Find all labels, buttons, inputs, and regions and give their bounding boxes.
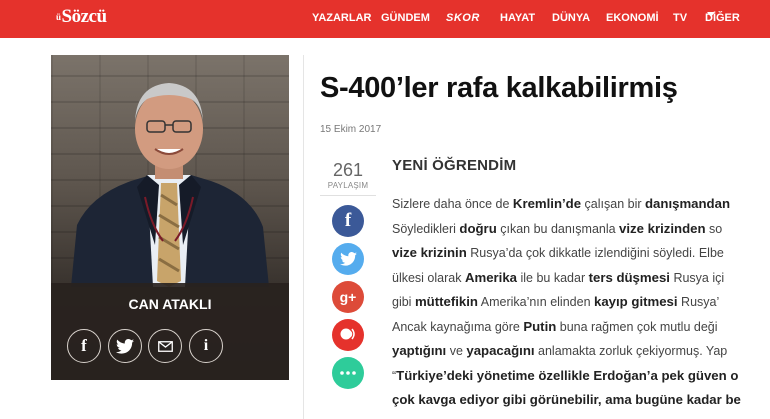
bold-text: Putin xyxy=(523,318,557,334)
article-line: Ancak kaynağıma göre Putin buna rağmen ç… xyxy=(392,315,770,340)
article-line: çok kavga ediyor gibi görünebilir, ama b… xyxy=(392,388,770,413)
body-text: Ancak kaynağıma göre xyxy=(392,319,524,334)
body-text: ve xyxy=(446,344,467,358)
author-info-button[interactable]: i xyxy=(189,329,223,363)
info-icon: i xyxy=(203,337,209,354)
author-mail-button[interactable] xyxy=(148,329,182,363)
facebook-icon: f xyxy=(81,336,87,355)
body-text: Rusya’ xyxy=(677,295,720,309)
body-text: so xyxy=(705,221,723,236)
article-line: vize krizinin Rusya’da çok dikkatle izle… xyxy=(392,241,770,266)
bold-text: Türkiye’deki yönetime özellikle Erdoğan’… xyxy=(396,367,739,383)
author-facebook-button[interactable]: f xyxy=(67,329,101,363)
nav-item-yazarlar[interactable]: YAZARLAR xyxy=(312,12,372,24)
body-text: buna rağmen çok mutlu deği xyxy=(556,319,718,334)
column-divider xyxy=(303,55,304,419)
chevron-down-icon xyxy=(707,12,715,17)
article-date: 15 Ekim 2017 xyxy=(320,124,382,135)
bold-text: danışmandan xyxy=(645,196,731,211)
article-subheading: YENİ ÖĞRENDİM xyxy=(392,157,517,174)
body-text: gibi xyxy=(392,295,415,309)
article-title: S-400’ler rafa kalkabilirmiş xyxy=(320,72,678,104)
author-card: CAN ATAKLI f i xyxy=(51,55,289,380)
share-divider xyxy=(320,195,376,196)
body-text: ile bu kadar xyxy=(517,270,589,285)
body-text: anlamakta zorluk çekiyormuş. Yap xyxy=(534,344,728,358)
mail-icon xyxy=(157,340,173,352)
nav-item-dunya[interactable]: DÜNYA xyxy=(552,12,590,24)
bold-text: çok kavga ediyor gibi görünebilir, ama b… xyxy=(392,392,741,407)
body-text: çıkan bu danışmanla xyxy=(496,221,620,236)
article-line: yaptığını ve yapacağını anlamakta zorluk… xyxy=(392,339,770,364)
speech-icon xyxy=(340,328,355,340)
author-name[interactable]: CAN ATAKLI xyxy=(51,296,289,312)
share-speech-button[interactable] xyxy=(332,319,364,351)
share-more-button[interactable] xyxy=(332,357,364,389)
body-text: çalışan bir xyxy=(581,197,645,211)
bold-text: yapacağını xyxy=(466,343,535,358)
nav-item-tv[interactable]: TV xyxy=(673,12,687,24)
share-count: 261 xyxy=(332,160,364,180)
article-body: Sizlere daha önce de Kremlin’de çalışan … xyxy=(392,192,770,413)
article-line: ülkesi olarak Amerika ile bu kadar ters … xyxy=(392,266,770,291)
body-text: Sizlere daha önce de xyxy=(392,197,513,211)
bold-text: doğru xyxy=(459,220,497,236)
article-line: Söyledikleri doğru çıkan bu danışmanla v… xyxy=(392,217,770,242)
nav-item-gundem[interactable]: GÜNDEM xyxy=(381,12,430,24)
bold-text: vize krizinden xyxy=(619,220,706,236)
bold-text: Amerika xyxy=(464,269,518,285)
body-text: Söyledikleri xyxy=(392,221,460,236)
body-text: Rusya içi xyxy=(669,270,725,285)
bold-text: ters düşmesi xyxy=(588,269,670,285)
article-line: “Türkiye’deki yönetime özellikle Erdoğan… xyxy=(392,364,770,389)
body-text: Amerika’nın elinden xyxy=(477,295,594,309)
more-icon xyxy=(340,371,356,375)
bold-text: vize krizinin xyxy=(392,245,467,260)
author-twitter-button[interactable] xyxy=(108,329,142,363)
sozcu-logo[interactable]: üSözcü xyxy=(56,6,107,28)
share-label: PAYLAŞIM xyxy=(327,181,369,190)
facebook-icon: f xyxy=(344,210,352,231)
logo-prefix: ü xyxy=(56,12,61,22)
share-twitter-button[interactable] xyxy=(332,243,364,275)
google-plus-icon: g+ xyxy=(339,289,357,305)
body-text: Rusya’da çok dikkatle izlendiğini söyled… xyxy=(466,246,724,260)
body-text: ülkesi olarak xyxy=(392,270,465,285)
nav-item-skor[interactable]: SKOR xyxy=(446,12,480,24)
twitter-icon xyxy=(339,252,357,266)
bold-text: Kremlin’de xyxy=(512,196,582,211)
nav-item-hayat[interactable]: HAYAT xyxy=(500,12,535,24)
logo-text: Sözcü xyxy=(61,6,108,27)
author-photo xyxy=(71,83,269,287)
share-google-plus-button[interactable]: g+ xyxy=(332,281,364,313)
bold-text: kayıp gitmesi xyxy=(594,294,678,309)
twitter-icon xyxy=(116,338,134,354)
article-line: Sizlere daha önce de Kremlin’de çalışan … xyxy=(392,192,770,217)
bold-text: yaptığını xyxy=(392,343,447,358)
article-line: gibi müttefikin Amerika’nın elinden kayı… xyxy=(392,290,770,315)
bold-text: müttefikin xyxy=(414,294,478,309)
top-navigation-bar: üSözcü YAZARLAR GÜNDEM SKOR HAYAT DÜNYA … xyxy=(0,0,770,38)
share-facebook-button[interactable]: f xyxy=(332,205,364,237)
nav-item-ekonomi[interactable]: EKONOMİ xyxy=(606,12,659,24)
